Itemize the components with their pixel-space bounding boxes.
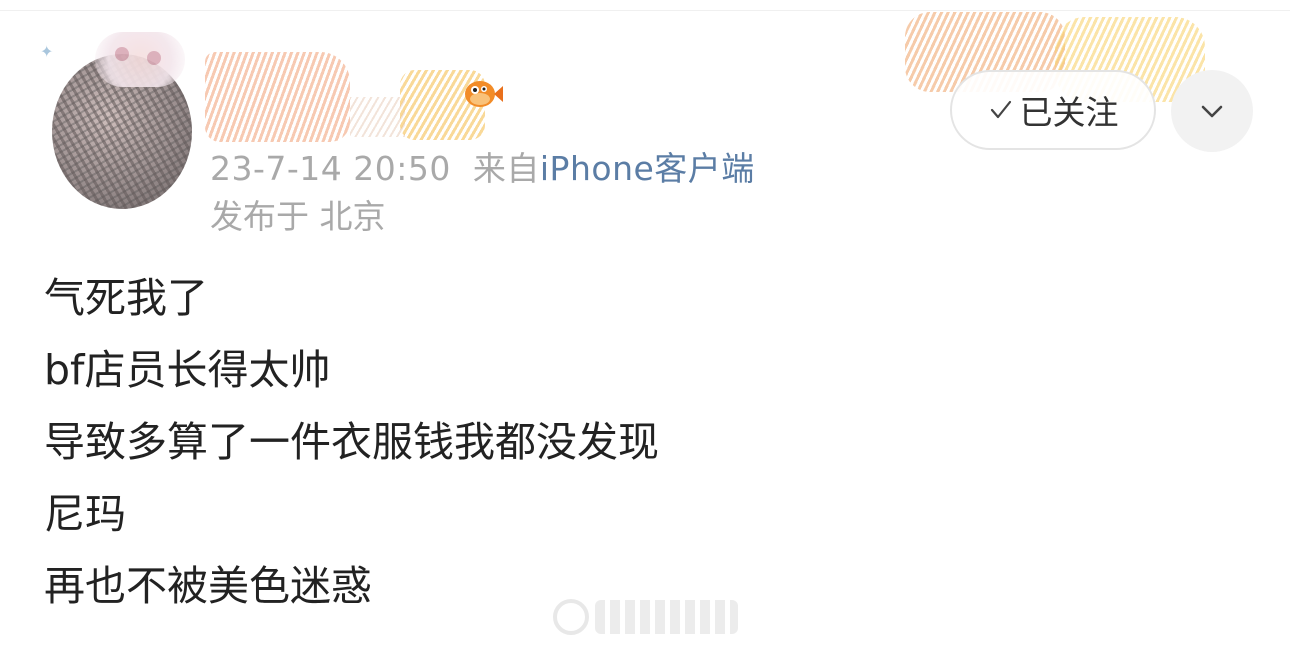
post-line: bf店员长得太帅 bbox=[44, 346, 331, 394]
post-location: 发布于 北京 bbox=[210, 197, 386, 236]
redacted-username[interactable] bbox=[205, 42, 485, 147]
avatar-frame-decoration bbox=[95, 32, 185, 87]
post-content: 气死我了 bf店员长得太帅 导致多算了一件衣服钱我都没发现 尼玛 再也不被美色迷… bbox=[44, 262, 1144, 622]
scribble-mark bbox=[205, 52, 350, 142]
watermark-logo bbox=[553, 599, 589, 635]
follow-button[interactable]: 已关注 bbox=[950, 70, 1156, 150]
weibo-post-card: ✦ 23-7-14 20:50 来自iPhone客户端 发布于 北京 已关注 气… bbox=[0, 0, 1290, 647]
scribble-mark bbox=[350, 97, 405, 137]
avatar-area[interactable]: ✦ bbox=[40, 32, 192, 222]
sparkle-icon: ✦ bbox=[40, 42, 54, 61]
follow-label: 已关注 bbox=[1019, 93, 1119, 132]
fish-icon bbox=[465, 81, 503, 107]
watermark-text-mark bbox=[595, 600, 738, 634]
post-meta: 23-7-14 20:50 来自iPhone客户端 bbox=[210, 142, 755, 190]
check-icon bbox=[990, 100, 1011, 119]
chevron-down-icon bbox=[1201, 105, 1223, 118]
post-line: 气死我了 bbox=[44, 274, 208, 322]
post-line: 导致多算了一件衣服钱我都没发现 bbox=[44, 418, 659, 466]
post-line: 尼玛 bbox=[44, 490, 126, 538]
divider bbox=[0, 10, 1290, 11]
more-options-button[interactable] bbox=[1171, 70, 1253, 152]
watermark bbox=[553, 597, 738, 637]
post-timestamp: 23-7-14 20:50 bbox=[210, 149, 451, 188]
source-device-link[interactable]: iPhone客户端 bbox=[540, 149, 755, 188]
source-prefix: 来自 bbox=[472, 149, 540, 188]
